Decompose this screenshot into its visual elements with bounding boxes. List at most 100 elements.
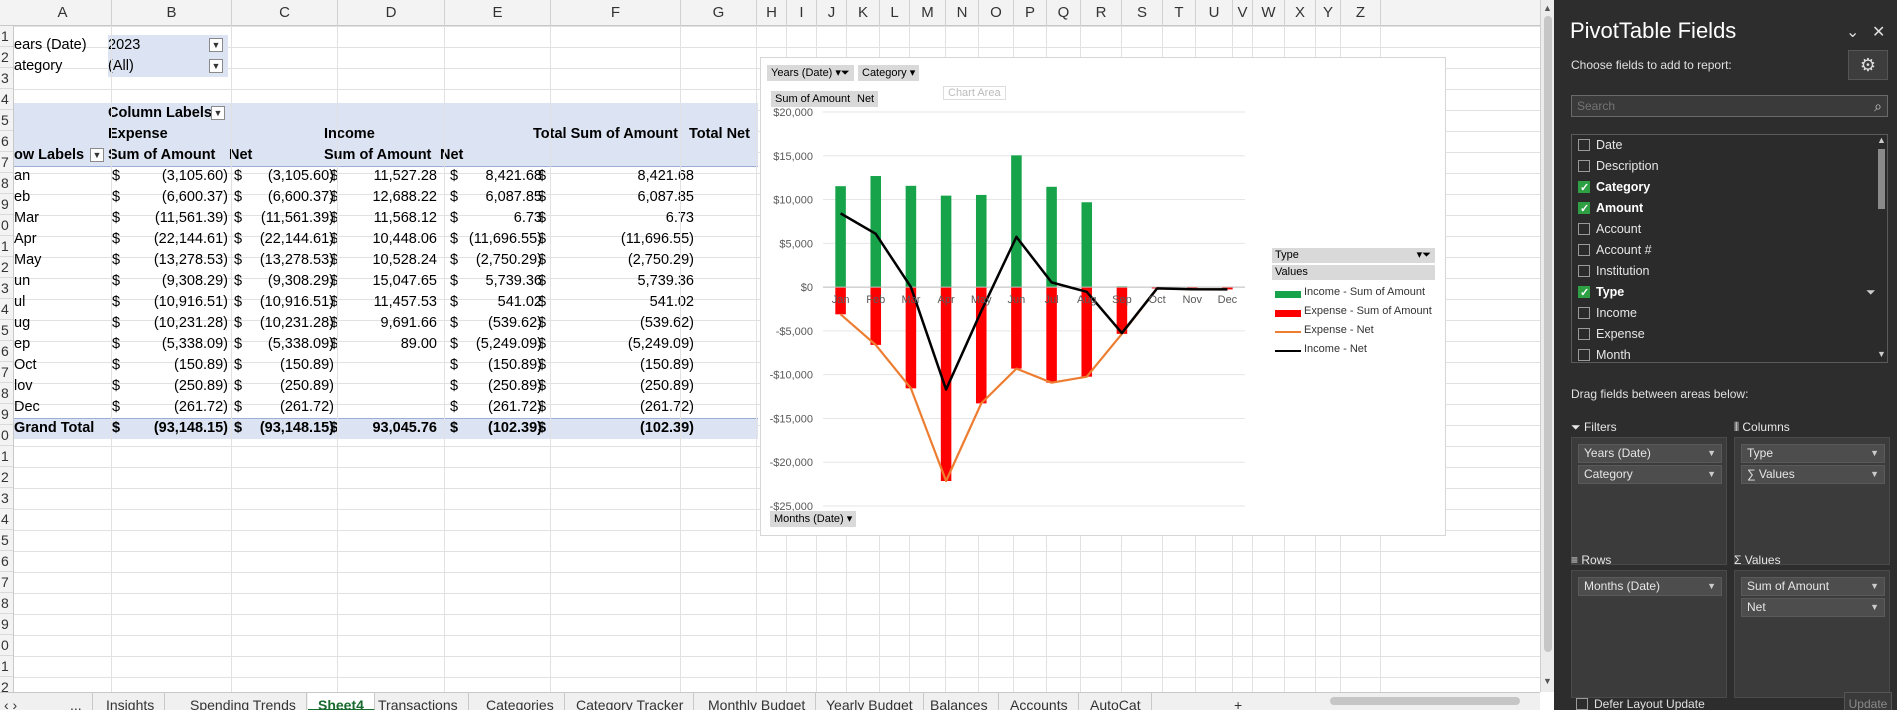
column-header[interactable]: L bbox=[880, 0, 910, 26]
column-header[interactable]: B bbox=[112, 0, 232, 26]
column-header[interactable]: O bbox=[979, 0, 1014, 26]
checkbox-icon[interactable] bbox=[1578, 199, 1590, 220]
row-header[interactable]: 2 bbox=[0, 257, 13, 278]
area-field-chip[interactable]: Type ▼ bbox=[1741, 444, 1885, 463]
vertical-scrollbar[interactable]: ▲ ▼ bbox=[1540, 0, 1554, 692]
row-header[interactable]: 4 bbox=[0, 509, 13, 530]
chevron-down-icon[interactable]: ▼ bbox=[1707, 445, 1716, 462]
filter-funnel-icon[interactable]: ▼ bbox=[209, 38, 223, 52]
row-header[interactable]: 7 bbox=[0, 362, 13, 383]
row-header[interactable]: 6 bbox=[0, 551, 13, 572]
row-header[interactable]: 3 bbox=[0, 488, 13, 509]
sheet-tab[interactable]: Categories bbox=[476, 693, 565, 710]
checkbox-icon[interactable] bbox=[1578, 139, 1590, 151]
row-header[interactable]: 8 bbox=[0, 383, 13, 404]
row-header[interactable]: 2 bbox=[0, 47, 13, 68]
column-header[interactable]: P bbox=[1014, 0, 1047, 26]
row-header[interactable]: 6 bbox=[0, 131, 13, 152]
column-header[interactable]: W bbox=[1253, 0, 1285, 26]
legend-entry[interactable]: Expense - Sum of Amount bbox=[1304, 305, 1432, 317]
values-area[interactable]: Sum of Amount ▼ Net ▼ bbox=[1734, 570, 1890, 698]
field-item[interactable]: Expense bbox=[1578, 324, 1645, 345]
sheet-tab[interactable]: Transactions bbox=[368, 693, 469, 710]
column-header[interactable]: E bbox=[445, 0, 551, 26]
checkbox-icon[interactable] bbox=[1578, 328, 1590, 340]
field-item[interactable]: Category bbox=[1578, 177, 1650, 199]
field-list[interactable]: ▲ ▼ ⏷ Date Description Category Amount Accou… bbox=[1571, 134, 1888, 363]
row-header[interactable]: 3 bbox=[0, 68, 13, 89]
scroll-down-icon[interactable]: ▼ bbox=[1877, 349, 1886, 359]
row-header[interactable]: 0 bbox=[0, 215, 13, 236]
column-header[interactable]: H bbox=[757, 0, 787, 26]
scroll-down-icon[interactable]: ▼ bbox=[1543, 676, 1552, 686]
scroll-up-icon[interactable]: ▲ bbox=[1877, 135, 1886, 145]
row-header[interactable]: 7 bbox=[0, 572, 13, 593]
update-button[interactable]: Update bbox=[1844, 692, 1892, 710]
field-item[interactable]: Amount bbox=[1578, 198, 1643, 220]
sheet-tab[interactable]: Monthly Budget bbox=[698, 693, 817, 710]
filter-dropdown-icon[interactable]: ▼ bbox=[209, 59, 223, 73]
sheet-tab[interactable]: Category Tracker bbox=[566, 693, 695, 710]
column-header[interactable]: N bbox=[946, 0, 979, 26]
row-header[interactable]: 2 bbox=[0, 677, 13, 692]
row-header[interactable]: 2 bbox=[0, 467, 13, 488]
chart-axis-months[interactable]: Months (Date) ▾ bbox=[770, 511, 857, 527]
legend-type-header[interactable]: Type ▾⏷ bbox=[1272, 248, 1435, 263]
rows-area[interactable]: Months (Date) ▼ bbox=[1571, 570, 1727, 698]
checkbox-icon[interactable] bbox=[1578, 178, 1590, 199]
legend-entry[interactable]: Income - Net bbox=[1304, 343, 1367, 355]
tab-nav-arrows-icon[interactable]: ‹ › bbox=[0, 693, 21, 710]
row-header[interactable]: 4 bbox=[0, 299, 13, 320]
row-header[interactable]: 0 bbox=[0, 425, 13, 446]
row-header[interactable]: 0 bbox=[0, 635, 13, 656]
search-input[interactable] bbox=[1572, 96, 1862, 116]
column-header[interactable]: X bbox=[1285, 0, 1316, 26]
area-field-chip[interactable]: Category ▼ bbox=[1578, 465, 1722, 484]
field-item[interactable]: Account bbox=[1578, 219, 1641, 240]
column-header[interactable]: S bbox=[1122, 0, 1163, 26]
legend-entry[interactable]: Expense - Net bbox=[1304, 324, 1374, 336]
chevron-down-icon[interactable]: ▼ bbox=[1870, 578, 1879, 595]
column-header[interactable]: Y bbox=[1316, 0, 1341, 26]
scroll-thumb[interactable] bbox=[1544, 16, 1552, 652]
field-item[interactable]: Account # bbox=[1578, 240, 1652, 261]
column-header[interactable]: K bbox=[847, 0, 880, 26]
row-header[interactable]: 4 bbox=[0, 89, 13, 110]
row-header[interactable]: 8 bbox=[0, 173, 13, 194]
column-header[interactable]: T bbox=[1163, 0, 1196, 26]
row-header[interactable]: 9 bbox=[0, 194, 13, 215]
field-item[interactable]: Income bbox=[1578, 303, 1637, 324]
sheet-tab[interactable]: Accounts bbox=[1000, 693, 1079, 710]
column-header[interactable]: G bbox=[681, 0, 757, 26]
sheet-tab[interactable]: Spending Trends bbox=[180, 693, 307, 710]
checkbox-icon[interactable] bbox=[1578, 283, 1590, 304]
field-item[interactable]: Institution bbox=[1578, 261, 1650, 282]
field-item[interactable]: Month bbox=[1578, 345, 1631, 362]
chevron-down-icon[interactable]: ▼ bbox=[1870, 599, 1879, 616]
row-header[interactable]: 6 bbox=[0, 341, 13, 362]
field-list-scroll-thumb[interactable] bbox=[1878, 149, 1885, 209]
row-header[interactable]: 9 bbox=[0, 614, 13, 635]
column-header[interactable]: I bbox=[787, 0, 817, 26]
filters-area[interactable]: Years (Date) ▼ Category ▼ bbox=[1571, 437, 1727, 565]
horizontal-scroll-thumb[interactable] bbox=[1330, 697, 1520, 705]
area-field-chip[interactable]: Sum of Amount ▼ bbox=[1741, 577, 1885, 596]
area-field-chip[interactable]: ∑ Values ▼ bbox=[1741, 465, 1885, 484]
scroll-up-icon[interactable]: ▲ bbox=[1543, 3, 1552, 13]
chevron-down-icon[interactable]: ▼ bbox=[1870, 466, 1879, 483]
columns-area[interactable]: Type ▼ ∑ Values ▼ bbox=[1734, 437, 1890, 565]
checkbox-icon[interactable] bbox=[1578, 160, 1590, 172]
column-header[interactable]: C bbox=[232, 0, 338, 26]
checkbox-icon[interactable] bbox=[1578, 265, 1590, 277]
row-header[interactable]: 1 bbox=[0, 26, 13, 47]
sheet-tab[interactable]: ... bbox=[60, 693, 93, 710]
close-icon[interactable]: ✕ bbox=[1872, 22, 1885, 42]
row-labels-filter-icon[interactable]: ▼ bbox=[90, 148, 104, 162]
field-list-scrollbar[interactable]: ▲ ▼ bbox=[1875, 135, 1887, 362]
chevron-down-icon[interactable]: ▼ bbox=[1707, 578, 1716, 595]
checkbox-icon[interactable] bbox=[1576, 698, 1588, 710]
row-header[interactable]: 3 bbox=[0, 278, 13, 299]
add-sheet-icon[interactable]: + bbox=[1224, 693, 1252, 710]
checkbox-icon[interactable] bbox=[1578, 244, 1590, 256]
pivot-chart[interactable]: Years (Date) ▾⏷ Category ▾ Sum of Amount… bbox=[760, 57, 1446, 536]
